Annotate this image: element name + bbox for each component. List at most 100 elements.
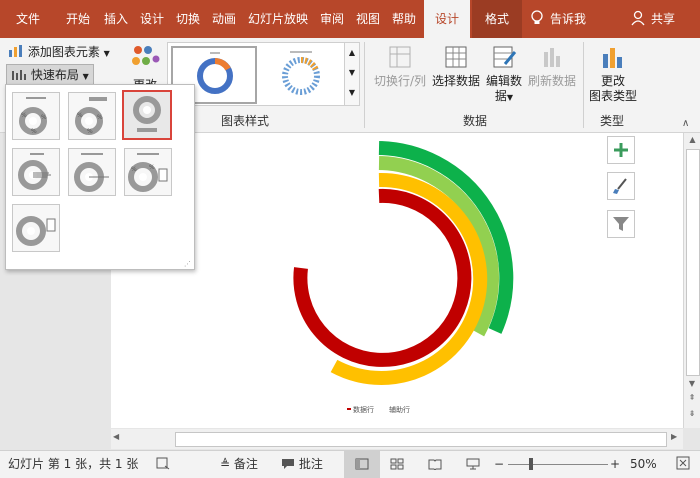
layout-option-5[interactable] <box>68 148 116 196</box>
tab-home[interactable]: 开始 <box>60 0 96 38</box>
chart-styles-button[interactable] <box>607 172 635 200</box>
tell-me-search[interactable]: 告诉我 <box>530 0 586 38</box>
donut-striped-thumb-icon <box>282 51 320 95</box>
fit-slide-button[interactable] <box>676 451 690 478</box>
layout-option-4[interactable] <box>12 148 60 196</box>
donut-layout-icon <box>133 96 161 132</box>
tab-animations[interactable]: 动画 <box>208 0 240 38</box>
notes-icon: ≜ <box>220 457 231 471</box>
reading-view-button[interactable] <box>428 451 442 478</box>
edit-data-label-1: 编辑数 <box>485 74 522 88</box>
vertical-scroll-thumb[interactable] <box>686 149 700 376</box>
refresh-data-label: 刷新数据 <box>527 74 576 88</box>
scroll-left-icon[interactable]: ◀ <box>113 432 119 441</box>
zoom-level[interactable]: 50% <box>630 451 657 478</box>
legend-marker-data-row <box>347 408 351 410</box>
select-data-button[interactable]: 选择数据 <box>430 44 482 89</box>
layout-option-2[interactable]: %%% <box>68 92 116 140</box>
switch-row-col-icon <box>389 46 411 68</box>
scroll-up-icon[interactable]: ▲ <box>684 133 700 147</box>
svg-text:%: % <box>31 128 37 135</box>
svg-text:%: % <box>97 114 103 121</box>
scroll-right-icon[interactable]: ▶ <box>671 432 677 441</box>
ribbon-tab-bar: 文件 开始 插入 设计 切换 动画 幻灯片放映 审阅 视图 帮助 设计 格式 告… <box>0 0 700 38</box>
slideshow-button[interactable] <box>466 451 480 478</box>
resize-grip-icon[interactable]: ⋰ <box>184 260 191 268</box>
switch-row-col-label: 切换行/列 <box>373 74 427 88</box>
svg-text:%: % <box>149 164 155 171</box>
slide-canvas[interactable]: 数据行 辅助行 <box>111 133 683 428</box>
collapse-ribbon-icon[interactable]: ∧ <box>682 118 689 129</box>
book-icon <box>428 459 442 471</box>
change-chart-type-button[interactable]: 更改 图表类型 <box>587 44 639 104</box>
svg-text:%: % <box>41 114 47 121</box>
share-label: 共享 <box>651 12 676 26</box>
gallery-more-icon[interactable]: ▼ <box>345 83 359 103</box>
change-chart-type-icon <box>603 48 622 68</box>
add-element-label: 添加图表元素 <box>27 45 100 59</box>
tab-file[interactable]: 文件 <box>6 0 50 38</box>
chart-filters-button[interactable] <box>607 210 635 238</box>
data-group-label: 数据 <box>462 114 487 128</box>
select-data-icon <box>445 46 467 68</box>
chart-elements-button[interactable] <box>607 136 635 164</box>
quick-layout-icon <box>12 70 26 80</box>
share-button[interactable]: 共享 <box>631 0 675 38</box>
switch-row-column-button[interactable]: 切换行/列 <box>372 44 428 89</box>
previous-slide-icon[interactable]: ⇞ <box>684 393 700 402</box>
normal-view-icon <box>355 458 369 470</box>
radial-bar-chart[interactable]: 数据行 辅助行 <box>111 133 683 428</box>
next-slide-icon[interactable]: ⇟ <box>684 409 700 418</box>
notes-label: 备注 <box>233 457 258 471</box>
dropdown-arrow-icon: ▼ <box>82 72 89 81</box>
tab-chart-design[interactable]: 设计 <box>424 0 470 38</box>
zoom-slider[interactable] <box>508 464 608 465</box>
tab-review[interactable]: 审阅 <box>316 0 348 38</box>
tab-help[interactable]: 帮助 <box>388 0 420 38</box>
layout-option-3[interactable] <box>122 90 172 140</box>
zoom-slider-thumb[interactable] <box>529 458 533 470</box>
slide-sorter-button[interactable] <box>390 451 404 478</box>
gallery-scroll[interactable]: ▲ ▼ ▼ <box>344 42 360 106</box>
horizontal-scrollbar[interactable]: ◀ ▶ <box>111 429 683 449</box>
add-chart-element-button[interactable]: 添加图表元素 ▼ <box>8 42 110 62</box>
chart-style-thumb-2[interactable] <box>260 46 342 100</box>
change-type-label-2: 图表类型 <box>588 89 637 103</box>
quick-layout-label: 快速布局 <box>30 68 79 82</box>
normal-view-button[interactable] <box>344 451 380 478</box>
refresh-data-icon <box>544 48 560 67</box>
edit-data-icon <box>493 46 517 68</box>
donut-layout-icon <box>16 216 56 246</box>
comments-button[interactable]: 批注 <box>281 451 323 478</box>
person-icon <box>631 10 645 26</box>
gallery-up-icon[interactable]: ▲ <box>345 43 359 63</box>
legend-helper-row: 辅助行 <box>389 405 410 414</box>
horizontal-scroll-thumb[interactable] <box>175 432 667 447</box>
tab-design[interactable]: 设计 <box>136 0 168 38</box>
notes-button[interactable]: ≜ 备注 <box>220 451 258 478</box>
comments-label: 批注 <box>298 457 323 471</box>
tab-insert[interactable]: 插入 <box>100 0 132 38</box>
edit-data-button[interactable]: 编辑数 据▼ <box>484 44 524 105</box>
grid-view-icon <box>390 458 404 470</box>
zoom-out-button[interactable]: − <box>494 451 504 478</box>
tab-chart-format[interactable]: 格式 <box>472 0 522 38</box>
comment-icon <box>282 459 294 469</box>
zoom-in-button[interactable]: + <box>610 451 620 478</box>
layout-option-6[interactable]: %% <box>124 148 172 196</box>
gallery-down-icon[interactable]: ▼ <box>345 63 359 83</box>
vertical-scrollbar[interactable]: ▲ ▼ ⇞ ⇟ <box>683 133 700 428</box>
scroll-down-icon[interactable]: ▼ <box>684 379 700 388</box>
filter-icon <box>613 217 629 231</box>
tab-slideshow[interactable]: 幻灯片放映 <box>244 0 312 38</box>
layout-option-1[interactable]: %%% <box>12 92 60 140</box>
layout-option-7[interactable] <box>12 204 60 252</box>
quick-layout-button[interactable]: 快速布局 ▼ <box>6 64 94 86</box>
donut-layout-icon <box>74 153 109 192</box>
refresh-data-button[interactable]: 刷新数据 <box>526 44 578 89</box>
tab-view[interactable]: 视图 <box>352 0 384 38</box>
tab-transitions[interactable]: 切换 <box>172 0 204 38</box>
chart-legend: 数据行 辅助行 <box>347 405 410 414</box>
spellcheck-icon[interactable] <box>156 451 170 478</box>
ring-red[interactable] <box>293 188 472 367</box>
